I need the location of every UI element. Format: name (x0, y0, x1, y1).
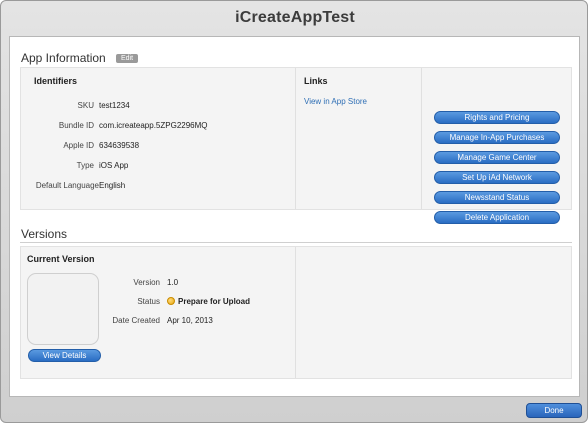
status-value: Prepare for Upload (178, 297, 251, 306)
type-value: iOS App (99, 161, 129, 170)
current-version-heading: Current Version (27, 254, 95, 264)
divider (295, 68, 296, 209)
apple-id-value: 634639538 (99, 141, 140, 150)
sku-label: SKU (77, 101, 94, 110)
divider (20, 242, 572, 243)
divider (421, 68, 422, 209)
done-button[interactable]: Done (526, 403, 582, 418)
set-up-iad-network-button[interactable]: Set Up iAd Network (434, 171, 560, 184)
divider (295, 247, 296, 378)
app-detail-sheet: App Information Edit Identifiers SKU tes… (9, 36, 580, 397)
status-indicator-icon (167, 297, 175, 305)
app-icon-placeholder (27, 273, 99, 345)
apple-id-label: Apple ID (63, 141, 94, 150)
bundle-id-value: com.icreateapp.5ZPG2296MQ (99, 121, 208, 130)
delete-application-button[interactable]: Delete Application (434, 211, 560, 224)
links-heading: Links (304, 76, 328, 86)
sku-value: test1234 (99, 101, 130, 110)
type-label: Type (76, 161, 94, 170)
version-value: 1.0 (167, 278, 179, 287)
view-details-button[interactable]: View Details (28, 349, 101, 362)
versions-panel: Current Version Version 1.0 Status Prepa… (20, 246, 572, 379)
app-info-heading: App Information (21, 51, 106, 65)
rights-and-pricing-button[interactable]: Rights and Pricing (434, 111, 560, 124)
bundle-id-label: Bundle ID (58, 121, 94, 130)
app-window: iCreateAppTest App Information Edit Iden… (0, 0, 588, 423)
versions-heading: Versions (21, 227, 68, 241)
date-created-value: Apr 10, 2013 (167, 316, 213, 325)
manage-game-center-button[interactable]: Manage Game Center (434, 151, 560, 164)
manage-in-app-purchases-button[interactable]: Manage In-App Purchases (434, 131, 560, 144)
identifiers-heading: Identifiers (34, 76, 78, 86)
view-in-app-store-link[interactable]: View in App Store (304, 97, 367, 106)
newsstand-status-button[interactable]: Newsstand Status (434, 191, 560, 204)
default-language-value: English (99, 181, 126, 190)
edit-button[interactable]: Edit (116, 54, 138, 63)
default-language-label: Default Language (35, 181, 99, 190)
window-title: iCreateAppTest (235, 9, 355, 26)
app-info-panel: Identifiers SKU test1234 Bundle ID com.i… (20, 67, 572, 224)
